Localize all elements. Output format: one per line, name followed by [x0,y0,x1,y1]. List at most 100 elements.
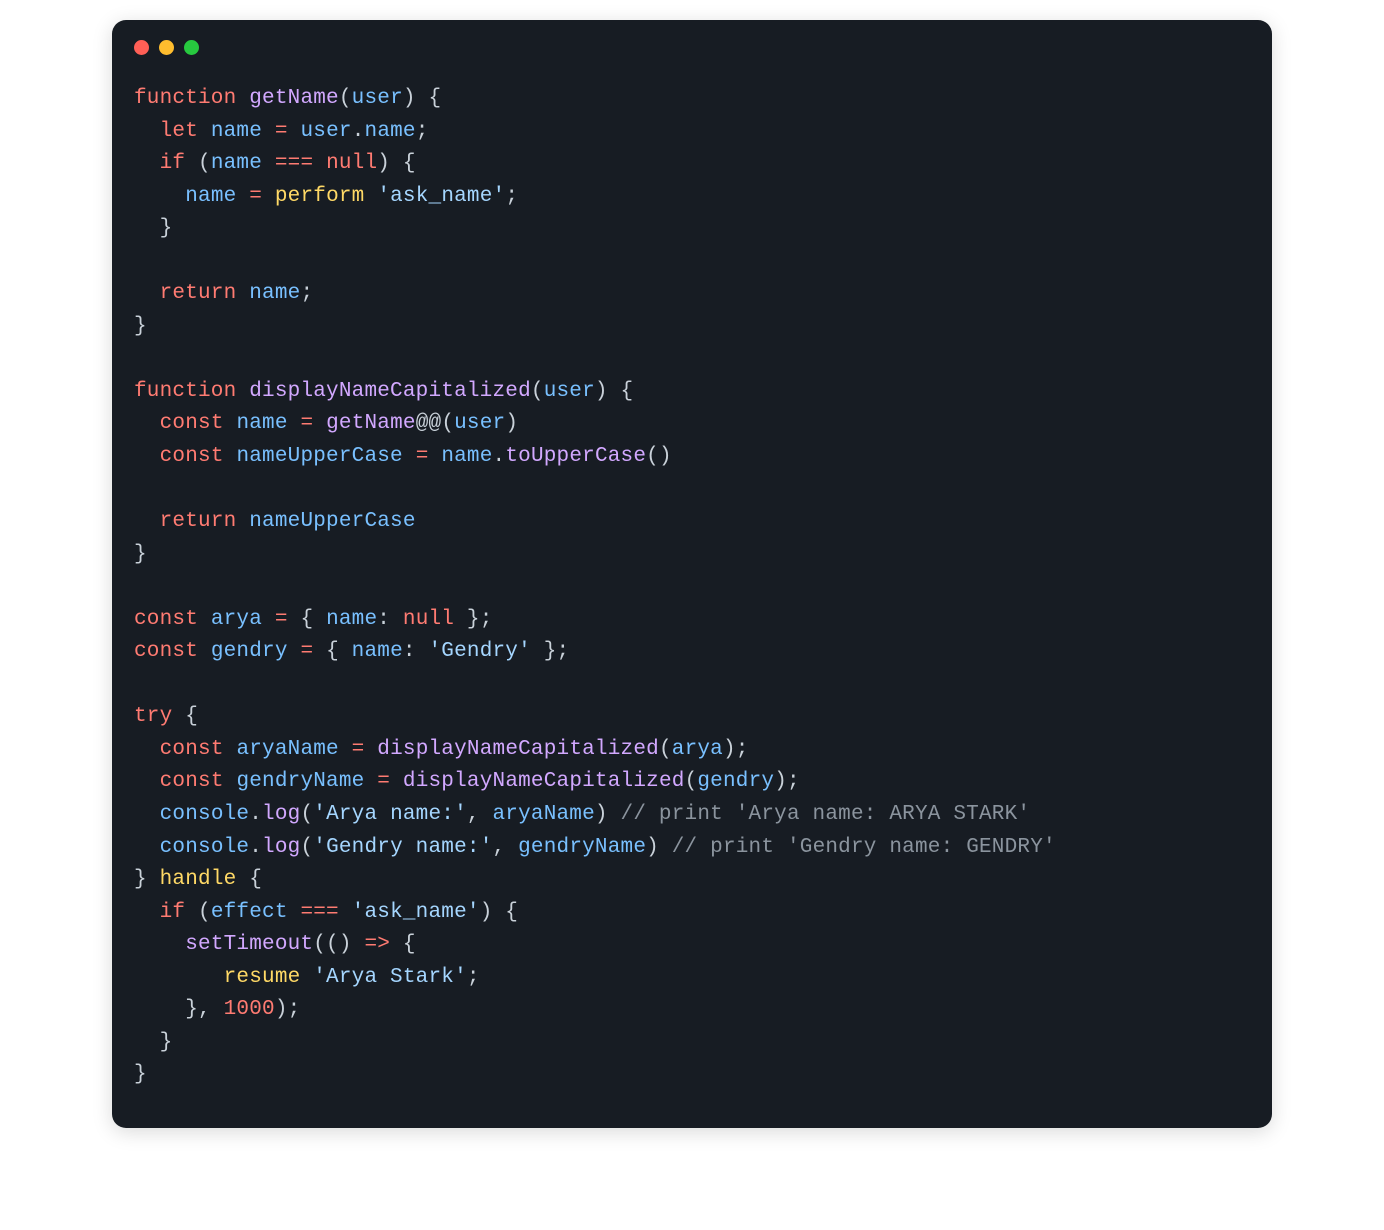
code-token [390,770,403,793]
code-token: 'Gendry' [429,640,531,663]
code-token: null [403,608,454,631]
code-token [262,608,275,631]
code-token: log [262,836,300,859]
code-token: === [275,152,313,175]
code-token: name [185,185,236,208]
code-token: setTimeout [185,933,313,956]
code-token: ( [531,380,544,403]
code-token [134,966,224,989]
code-token [262,120,275,143]
code-token: ) { [595,380,633,403]
code-token: arya [672,738,723,761]
code-token [365,185,378,208]
code-token: const [160,770,224,793]
code-token: 'Gendry name:' [313,836,492,859]
code-token: : [403,640,429,663]
code-token [262,152,275,175]
code-token: function [134,87,236,110]
code-token: ( [185,901,211,924]
code-token: ( [685,770,698,793]
code-token: ; [300,282,313,305]
code-token [236,185,249,208]
code-token: ); [275,998,301,1021]
code-token [288,120,301,143]
code-token [313,152,326,175]
code-token: ) { [403,87,441,110]
minimize-icon[interactable] [159,40,174,55]
code-token: ; [467,966,480,989]
code-token: return [160,282,237,305]
code-token [339,901,352,924]
code-token: . [493,445,506,468]
code-token: // print 'Gendry name: GENDRY' [672,836,1056,859]
code-token: ) { [377,152,415,175]
code-token [288,901,301,924]
code-token: ) [595,803,621,826]
code-token: . [249,803,262,826]
code-token: ( [185,152,211,175]
code-token: => [364,933,390,956]
code-token: === [300,901,338,924]
code-token [262,185,275,208]
code-token [134,120,160,143]
code-token [288,640,301,663]
code-token: toUpperCase [505,445,646,468]
code-token: name [441,445,492,468]
code-token: aryaName [236,738,338,761]
code-token: displayNameCapitalized [377,738,659,761]
code-token: gendry [211,640,288,663]
code-token [134,152,160,175]
code-token: (() [313,933,364,956]
code-token: console [160,803,250,826]
code-token: handle [160,868,237,891]
code-token: getName [249,87,339,110]
code-token: } [134,217,172,240]
code-token: user [352,87,403,110]
code-token [236,380,249,403]
code-token [134,901,160,924]
code-token: }; [454,608,492,631]
code-token: { [236,868,262,891]
code-token: } [134,1063,147,1086]
code-token: const [134,640,198,663]
code-token [198,640,211,663]
code-token: gendry [697,770,774,793]
code-token: { [390,933,416,956]
code-token: } [134,543,147,566]
code-token: . [352,120,365,143]
code-token: effect [211,901,288,924]
code-token: ( [300,836,313,859]
code-token: // print 'Arya name: ARYA STARK' [621,803,1031,826]
code-token: name [211,152,262,175]
code-token: if [160,152,186,175]
code-token: name [249,282,300,305]
code-token: 'ask_name' [377,185,505,208]
code-token: ; [416,120,429,143]
code-token: ( [339,87,352,110]
code-token: () [646,445,672,468]
code-token: } [134,315,147,338]
code-token [134,510,160,533]
code-token [224,445,237,468]
code-token: = [275,120,288,143]
code-token: ) { [480,901,518,924]
zoom-icon[interactable] [184,40,199,55]
code-token: 'Arya name:' [313,803,467,826]
code-token: let [160,120,198,143]
code-token [134,412,160,435]
code-token [364,738,377,761]
code-token [236,87,249,110]
code-window: function getName(user) { let name = user… [112,20,1272,1128]
code-token: const [160,738,224,761]
code-token [198,120,211,143]
code-token: name [352,640,403,663]
code-token [134,836,160,859]
code-token: name [236,412,287,435]
code-token: gendryName [518,836,646,859]
code-token [224,412,237,435]
code-token: user [454,412,505,435]
code-token [288,412,301,435]
code-token: ) [505,412,518,435]
code-token: ( [659,738,672,761]
close-icon[interactable] [134,40,149,55]
